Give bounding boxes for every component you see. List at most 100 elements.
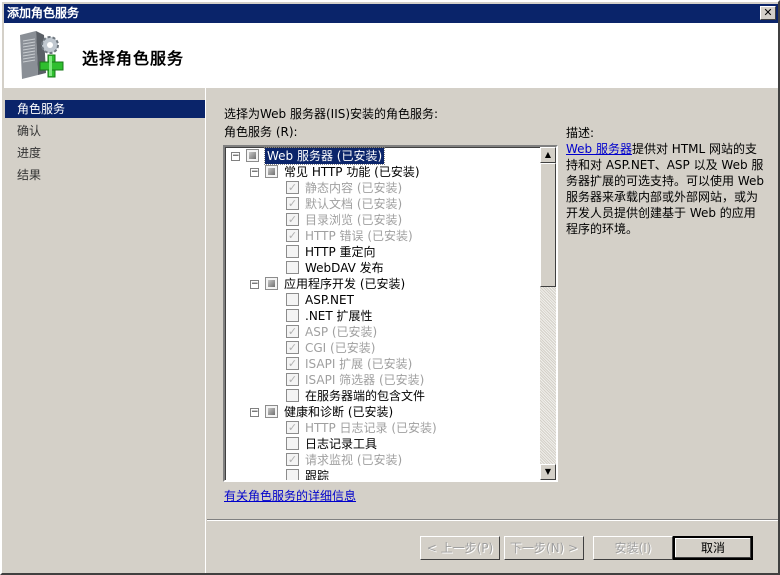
tree-item-label: ASP (已安装) <box>305 325 378 339</box>
checkbox-checked: ✓ <box>286 197 299 210</box>
tree-item[interactable]: ✓ HTTP 日志记录 (已安装) <box>225 420 540 436</box>
tree-item[interactable]: − 健康和诊断 (已安装) <box>225 404 540 420</box>
checkbox[interactable] <box>286 261 299 274</box>
previous-button[interactable]: < 上一步(P) <box>420 536 500 560</box>
tree-item[interactable]: − 应用程序开发 (已安装) <box>225 276 540 292</box>
description-text: Web 服务器提供对 HTML 网站的支持和对 ASP.NET、ASP 以及 W… <box>566 141 766 237</box>
collapse-icon[interactable]: − <box>250 408 259 417</box>
checkbox-checked: ✓ <box>286 453 299 466</box>
tree-item[interactable]: ✓ ISAPI 扩展 (已安装) <box>225 356 540 372</box>
checkbox-checked: ✓ <box>286 229 299 242</box>
sidebar-item-label: 角色服务 <box>17 102 66 116</box>
checkbox-checked: ✓ <box>286 325 299 338</box>
checkbox[interactable] <box>286 309 299 322</box>
tree-item-label: ASP.NET <box>305 293 354 307</box>
tree-item[interactable]: ✓ 默认文档 (已安装) <box>225 196 540 212</box>
tree-item-label: ISAPI 扩展 (已安装) <box>305 357 413 371</box>
tree-item[interactable]: 在服务器端的包含文件 <box>225 388 540 404</box>
instruction-text: 选择为Web 服务器(IIS)安装的角色服务: <box>224 107 439 121</box>
tree-item[interactable]: 跟踪 <box>225 468 540 482</box>
description-body: 提供对 HTML 网站的支持和对 ASP.NET、ASP 以及 Web 服务器扩… <box>566 142 764 236</box>
checkbox[interactable] <box>286 469 299 480</box>
wizard-header: 选择角色服务 <box>4 23 778 88</box>
add-role-services-dialog: 添加角色服务 ✕ 选择角色服务 角色服务 确认 进度 结果 选择为Web 服务器… <box>0 0 780 575</box>
tree-item-label: 应用程序开发 (已安装) <box>284 277 406 291</box>
tree-item-label: WebDAV 发布 <box>305 261 384 275</box>
tree-item-label: 跟踪 <box>305 469 330 482</box>
tree-item-label: HTTP 错误 (已安装) <box>305 229 413 243</box>
checkbox-partial[interactable] <box>265 165 278 178</box>
checkbox-checked: ✓ <box>286 341 299 354</box>
tree-item-label: 请求监视 (已安装) <box>305 453 403 467</box>
collapse-icon[interactable]: − <box>250 168 259 177</box>
tree-item-label: HTTP 重定向 <box>305 245 376 259</box>
tree-item[interactable]: ✓ 目录浏览 (已安装) <box>225 212 540 228</box>
scroll-thumb[interactable] <box>540 163 556 287</box>
checkbox-checked: ✓ <box>286 181 299 194</box>
checkbox-checked: ✓ <box>286 421 299 434</box>
sidebar-item-role-services[interactable]: 角色服务 <box>5 100 205 118</box>
web-server-link[interactable]: Web 服务器 <box>566 142 632 156</box>
tree-item[interactable]: ✓ 静态内容 (已安装) <box>225 180 540 196</box>
window-title: 添加角色服务 <box>7 6 80 20</box>
tree-item-label: HTTP 日志记录 (已安装) <box>305 421 437 435</box>
checkbox[interactable] <box>286 245 299 258</box>
sidebar-item-progress[interactable]: 进度 <box>5 144 205 162</box>
tree-item-label: 默认文档 (已安装) <box>305 197 403 211</box>
tree-item-label: .NET 扩展性 <box>305 309 373 323</box>
tree-item-label: 常见 HTTP 功能 (已安装) <box>284 165 420 179</box>
tree-item[interactable]: .NET 扩展性 <box>225 308 540 324</box>
tree-item[interactable]: ✓ ISAPI 筛选器 (已安装) <box>225 372 540 388</box>
tree-item[interactable]: HTTP 重定向 <box>225 244 540 260</box>
scroll-down-button[interactable]: ▼ <box>540 464 556 480</box>
tree-item-label: 日志记录工具 <box>305 437 378 451</box>
role-services-label: 角色服务 (R): <box>224 125 298 139</box>
arrow-up-icon: ▲ <box>544 150 552 159</box>
checkbox-partial[interactable] <box>265 405 278 418</box>
checkbox-checked: ✓ <box>286 213 299 226</box>
tree-item[interactable]: ✓ HTTP 错误 (已安装) <box>225 228 540 244</box>
arrow-down-icon: ▼ <box>544 467 552 476</box>
sidebar-item-confirmation[interactable]: 确认 <box>5 122 205 140</box>
tree-item[interactable]: ✓ CGI (已安装) <box>225 340 540 356</box>
tree-item-label: 目录浏览 (已安装) <box>305 213 403 227</box>
scroll-up-button[interactable]: ▲ <box>540 147 556 163</box>
checkbox-partial[interactable] <box>246 149 259 162</box>
collapse-icon[interactable]: − <box>231 152 240 161</box>
tree-scrollbar[interactable]: ▲ ▼ <box>540 147 556 480</box>
checkbox-checked: ✓ <box>286 373 299 386</box>
sidebar-item-results[interactable]: 结果 <box>5 166 205 184</box>
role-services-tree[interactable]: − Web 服务器 (已安装) − 常见 HTTP 功能 (已安装) ✓ 静态内容 (已安… <box>223 145 558 482</box>
tree-item-label: 在服务器端的包含文件 <box>305 389 426 403</box>
button-separator <box>207 519 778 521</box>
sidebar-item-label: 确认 <box>17 124 42 138</box>
tree-item-label: CGI (已安装) <box>305 341 376 355</box>
server-add-icon <box>20 31 64 79</box>
more-info-link[interactable]: 有关角色服务的详细信息 <box>224 487 356 504</box>
tree-item[interactable]: ASP.NET <box>225 292 540 308</box>
install-button[interactable]: 安装(I) <box>593 536 673 560</box>
next-button[interactable]: 下一步(N) > <box>504 536 584 560</box>
close-button[interactable]: ✕ <box>760 6 776 20</box>
page-title: 选择角色服务 <box>82 49 185 68</box>
tree-item-label: 静态内容 (已安装) <box>305 181 403 195</box>
cancel-button[interactable]: 取消 <box>673 536 753 560</box>
tree-item[interactable]: ✓ 请求监视 (已安装) <box>225 452 540 468</box>
checkbox[interactable] <box>286 389 299 402</box>
checkbox-checked: ✓ <box>286 357 299 370</box>
tree-item[interactable]: WebDAV 发布 <box>225 260 540 276</box>
tree-item[interactable]: − 常见 HTTP 功能 (已安装) <box>225 164 540 180</box>
tree-item[interactable]: 日志记录工具 <box>225 436 540 452</box>
checkbox[interactable] <box>286 293 299 306</box>
main-content: 选择为Web 服务器(IIS)安装的角色服务: 角色服务 (R): − Web 服… <box>207 88 778 518</box>
tree-item[interactable]: − Web 服务器 (已安装) <box>225 147 540 165</box>
tree-item[interactable]: ✓ ASP (已安装) <box>225 324 540 340</box>
checkbox-partial[interactable] <box>265 277 278 290</box>
wizard-steps: 角色服务 确认 进度 结果 <box>4 88 206 573</box>
description-label: 描述: <box>566 126 595 140</box>
collapse-icon[interactable]: − <box>250 280 259 289</box>
tree-item-label: Web 服务器 (已安装) <box>263 147 386 165</box>
title-bar: 添加角色服务 ✕ <box>4 4 778 23</box>
checkbox[interactable] <box>286 437 299 450</box>
close-icon: ✕ <box>763 6 773 19</box>
